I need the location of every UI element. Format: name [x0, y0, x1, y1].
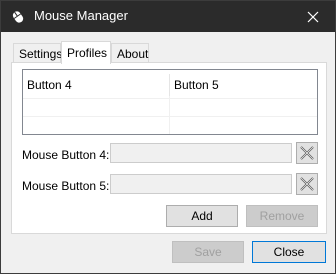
mouse-button-4-label: Mouse Button 4: [22, 148, 110, 162]
clear-mouse-button-4-button[interactable] [296, 142, 318, 164]
tab-label: About [117, 46, 149, 61]
tab-about[interactable]: About [111, 43, 149, 63]
list-header-row: Button 4 Button 5 [23, 74, 317, 96]
clear-x-icon [300, 146, 314, 160]
close-button[interactable]: Close [252, 241, 326, 263]
list-divider [23, 116, 317, 117]
remove-button[interactable]: Remove [246, 205, 318, 227]
close-icon [307, 11, 318, 22]
mouse-button-5-field[interactable] [110, 174, 292, 194]
profiles-panel: Button 4 Button 5 Mouse Button 4: Mouse … [11, 62, 327, 234]
title-bar[interactable]: Mouse Manager [1, 1, 335, 32]
column-header-button-5[interactable]: Button 5 [169, 74, 317, 96]
tab-settings[interactable]: Settings [13, 43, 63, 63]
profiles-list[interactable]: Button 4 Button 5 [22, 69, 318, 135]
mouse-button-5-label: Mouse Button 5: [22, 179, 110, 193]
clear-mouse-button-5-button[interactable] [296, 173, 318, 195]
column-divider [169, 96, 170, 134]
save-button[interactable]: Save [172, 241, 244, 263]
add-button[interactable]: Add [166, 205, 238, 227]
window-title: Mouse Manager [34, 8, 128, 23]
window-close-button[interactable] [290, 1, 335, 32]
tab-profiles[interactable]: Profiles [61, 41, 111, 64]
mouse-icon [12, 11, 24, 23]
tab-label: Settings [19, 46, 63, 61]
clear-x-icon [300, 177, 314, 191]
tab-label: Profiles [67, 46, 108, 60]
list-divider [23, 98, 317, 99]
mouse-button-4-field[interactable] [110, 143, 292, 163]
mouse-manager-window: Mouse Manager Settings Profiles About Bu… [0, 0, 336, 274]
column-header-button-4[interactable]: Button 4 [23, 74, 169, 96]
